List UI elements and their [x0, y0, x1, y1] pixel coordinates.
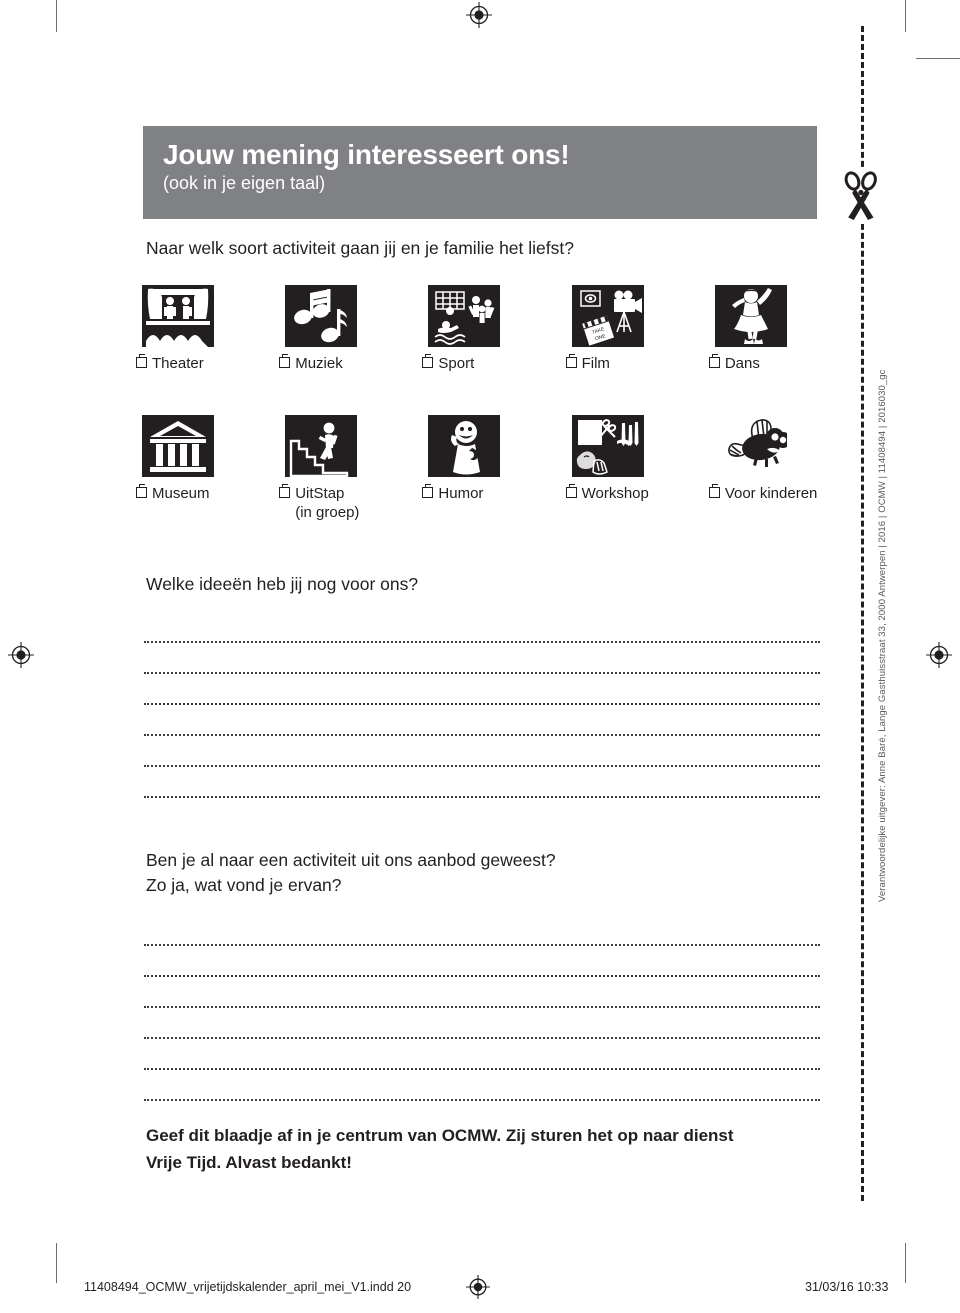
sport-swim-goal-icon — [428, 285, 501, 347]
option-humor[interactable]: Humor — [422, 415, 565, 523]
answer-line[interactable] — [144, 612, 820, 643]
title-banner: Jouw mening interesseert ons! (ook in je… — [143, 126, 817, 219]
option-label-theater: Theater — [136, 354, 279, 374]
page-title: Jouw mening interesseert ons! — [163, 139, 570, 170]
crop-mark-top-right — [905, 0, 906, 32]
option-label-museum: Museum — [136, 484, 279, 504]
museum-building-icon — [142, 415, 214, 477]
page-subtitle: (ook in je eigen taal) — [163, 173, 326, 194]
stairs-walker-icon — [285, 415, 358, 477]
registration-mark-right — [926, 642, 952, 668]
checkbox-voor-kinderen[interactable] — [708, 484, 720, 498]
option-workshop[interactable]: Workshop — [565, 415, 709, 523]
scissors-icon — [843, 168, 879, 224]
answer-line[interactable] — [144, 767, 820, 798]
crop-mark-bottom-left — [56, 1243, 57, 1283]
film-camera-clapper-icon: TAKE ONE — [571, 285, 644, 347]
question-activity: Naar welk soort activiteit gaan jij en j… — [146, 238, 574, 258]
option-museum[interactable]: Museum — [136, 415, 279, 523]
option-dans[interactable]: Dans — [708, 285, 852, 374]
imprint-vertical-text: Verantwoordelijke uitgever: Anne Baré, L… — [877, 0, 888, 902]
closing-instructions: Geef dit blaadje af in je centrum van OC… — [146, 1122, 836, 1176]
answer-lines-been[interactable] — [144, 915, 820, 1101]
checkbox-museum[interactable] — [136, 484, 147, 498]
answer-line[interactable] — [144, 674, 820, 705]
question-been-line2: Zo ja, wat vond je ervan? — [146, 875, 342, 896]
answer-line[interactable] — [144, 946, 820, 977]
option-label-uitstap: UitStap — [279, 484, 422, 504]
theater-stage-icon — [142, 285, 214, 347]
registration-mark-left — [8, 642, 34, 668]
answer-line[interactable] — [144, 1070, 820, 1101]
checkbox-film[interactable] — [565, 354, 577, 368]
dancer-ballerina-icon — [714, 285, 787, 347]
activity-icon-row-1: Theater Muziek Sport TAKE ONE Film Dans — [136, 285, 852, 374]
option-muziek[interactable]: Muziek — [279, 285, 422, 374]
option-label-workshop: Workshop — [565, 484, 709, 504]
checkbox-dans[interactable] — [708, 354, 720, 368]
option-label-humor: Humor — [422, 484, 565, 504]
footer-filename: 11408494_OCMW_vrijetijdskalender_april_m… — [84, 1280, 412, 1294]
crop-mark-top-left — [56, 0, 57, 32]
checkbox-muziek[interactable] — [279, 354, 291, 368]
registration-mark-footer — [466, 1275, 490, 1302]
answer-line[interactable] — [144, 1039, 820, 1070]
option-voor-kinderen[interactable]: Voor kinderen — [708, 415, 852, 523]
option-label-voor-kinderen: Voor kinderen — [708, 484, 852, 504]
page-canvas: Jouw mening interesseert ons! (ook in je… — [0, 0, 960, 1313]
option-label-film: Film — [565, 354, 709, 374]
checkbox-sport[interactable] — [422, 354, 434, 368]
checkbox-humor[interactable] — [422, 484, 434, 498]
workshop-scissors-pencils-icon — [571, 415, 644, 477]
option-theater[interactable]: Theater — [136, 285, 279, 374]
checkbox-theater[interactable] — [136, 354, 147, 368]
answer-line[interactable] — [144, 736, 820, 767]
answer-line[interactable] — [144, 643, 820, 674]
option-sport[interactable]: Sport — [422, 285, 565, 374]
checkbox-uitstap[interactable] — [279, 484, 291, 498]
registration-mark-top — [466, 2, 492, 28]
option-label-dans: Dans — [708, 354, 852, 374]
imprint-text: Verantwoordelijke uitgever: Anne Baré, L… — [877, 369, 888, 902]
question-been-line1: Ben je al naar een activiteit uit ons aa… — [146, 850, 556, 870]
answer-line[interactable] — [144, 1008, 820, 1039]
answer-line[interactable] — [144, 915, 820, 946]
question-ideas: Welke ideeën heb jij nog voor ons? — [146, 574, 419, 594]
crop-mark-right-top — [916, 58, 960, 59]
option-label-sport: Sport — [422, 354, 565, 374]
answer-line[interactable] — [144, 977, 820, 1008]
option-uitstap[interactable]: UitStap (in groep) — [279, 415, 422, 523]
closing-line1: Geef dit blaadje af in je centrum van OC… — [146, 1126, 734, 1145]
option-film[interactable]: TAKE ONE Film — [565, 285, 709, 374]
crop-mark-bottom-right — [905, 1243, 906, 1283]
activity-icon-row-2: Museum UitStap (in groep) Humor Workshop… — [136, 415, 852, 523]
answer-lines-ideas[interactable] — [144, 612, 820, 798]
closing-line2: Vrije Tijd. Alvast bedankt! — [146, 1153, 352, 1173]
option-label-muziek: Muziek — [279, 354, 422, 374]
music-notes-icon — [285, 285, 358, 347]
humor-clown-icon — [428, 415, 501, 477]
question-been: Ben je al naar een activiteit uit ons aa… — [146, 848, 556, 899]
checkbox-workshop[interactable] — [565, 484, 577, 498]
fly-bug-icon — [715, 415, 787, 477]
footer-datetime: 31/03/16 10:33 — [805, 1280, 889, 1294]
option-sublabel-uitstap: (in groep) — [295, 503, 360, 521]
answer-line[interactable] — [144, 705, 820, 736]
